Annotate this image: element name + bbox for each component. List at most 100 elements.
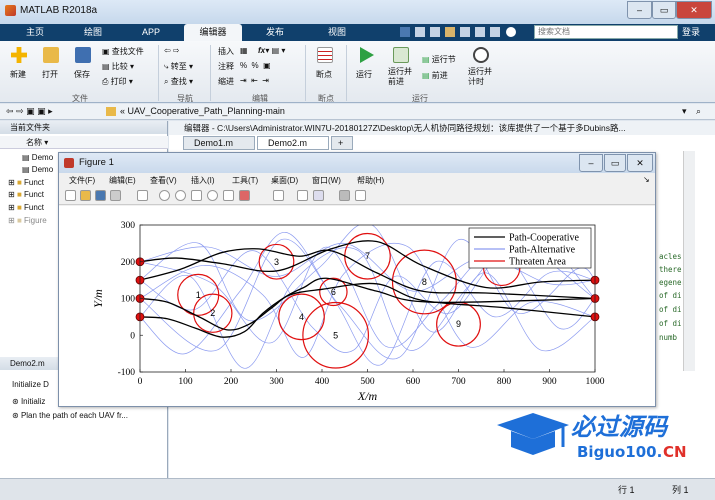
save-figure-icon[interactable] [95,190,106,201]
path-dropdown-icon[interactable]: ▾ [682,106,687,117]
breakpoints-button[interactable]: 断点 [312,47,338,87]
save-icon[interactable] [400,27,410,37]
goto-button[interactable]: ⤷ 转至 ▾ [164,61,193,72]
pointer-icon[interactable] [137,190,148,201]
tab-plots[interactable]: 绘图 [68,24,118,41]
code-line[interactable]: of di [659,319,682,328]
switch-windows-icon[interactable] [490,27,500,37]
figure-close-button[interactable]: ✕ [627,154,653,172]
list-item[interactable]: ▤ Demo [22,153,53,162]
menu-insert[interactable]: 插入(I) [191,175,215,186]
zoom-out-icon[interactable] [175,190,186,201]
find-button[interactable]: ⌕ 查找 ▾ [164,76,193,87]
menu-file[interactable]: 文件(F) [69,175,95,186]
open-button[interactable]: 打开 [38,47,64,87]
help-icon[interactable] [506,27,516,37]
menu-desktop[interactable]: 桌面(D) [271,175,298,186]
browse-folder-icon[interactable]: ⌕ [696,106,701,117]
find-files-button[interactable]: ▣ 查找文件 [102,46,144,57]
comment-tools-icons[interactable]: % % ▣ [240,61,271,70]
menu-tools[interactable]: 工具(T) [232,175,258,186]
tab-view[interactable]: 视图 [308,24,366,41]
new-figure-icon[interactable] [65,190,76,201]
legend-label: Path-Cooperative [509,233,580,244]
expand-icon[interactable]: ⊞ [8,190,15,199]
search-docs-input[interactable]: 搜索文档 [534,25,678,39]
list-item[interactable]: ⊞ ■ Funct [8,178,44,187]
list-item[interactable]: ⊞ ■ Funct [8,203,44,212]
tab-editor[interactable]: 编辑器 [184,24,242,41]
path-planning-chart[interactable]: 1234567890 100 200 300 400 500 600 700 800 900 100… [59,206,655,406]
list-item[interactable]: ▤ Demo [22,165,53,174]
code-line[interactable]: acles [659,252,682,261]
brush-icon[interactable] [239,190,250,201]
run-time-button[interactable]: 运行并 计时 [466,47,496,93]
figure-window[interactable]: Figure 1 – ▭ ✕ 文件(F) 编辑(E) 查看(V) 插入(I) 工… [58,152,656,407]
list-item[interactable]: ⊞ ■ Figure [8,216,47,225]
edit-tools-icons[interactable]: ▦ ▾ ▤ ▾ [240,46,285,55]
colorbar-icon[interactable] [297,190,308,201]
compare-button[interactable]: ▤ 比较 ▾ [102,61,134,72]
list-item[interactable]: ⊛ Initializ [12,397,45,406]
tab-demo1[interactable]: Demo1.m [183,136,255,150]
code-line[interactable]: numb [659,333,677,342]
data-cursor-icon[interactable] [223,190,234,201]
login-link[interactable]: 登录 [682,25,700,38]
maximize-button[interactable]: ▭ [652,1,676,19]
name-column-header[interactable]: 名称 ▾ [0,136,168,149]
indent-button[interactable]: 缩进 [218,76,234,87]
list-item[interactable]: Initialize D [12,380,49,389]
run-section-button[interactable]: ▤ 运行节 [422,54,456,65]
undo-icon[interactable] [460,27,470,37]
minimize-button[interactable]: – [627,1,652,19]
menu-help[interactable]: 帮助(H) [357,175,384,186]
expand-icon[interactable]: ⊞ [8,216,15,225]
copy-icon[interactable] [430,27,440,37]
nav-arrows[interactable]: ⇦ ⇨ ▣ ▣ ▸ [6,106,53,117]
print-button[interactable]: ⎙ 打印 ▾ [102,76,133,87]
dock-arrow-icon[interactable]: ↘ [643,175,650,184]
tab-home[interactable]: 主页 [10,24,60,41]
tab-apps[interactable]: APP [126,24,176,41]
paste-icon[interactable] [445,27,455,37]
menu-edit[interactable]: 编辑(E) [109,175,136,186]
link-plot-icon[interactable] [273,190,284,201]
show-tools-icon[interactable] [355,190,366,201]
plot-area[interactable]: 1 2 3 4 5 6 7 8 9 0 100 200 300 400 500 600 700 800 900 100… [59,206,655,406]
back-forward-buttons[interactable]: ⇦ ⇨ [164,46,180,55]
list-item[interactable]: ⊛ Plan the path of each UAV fr... [12,411,128,420]
indent-tools-icons[interactable]: ⇥ ⇤ ⇥ [240,76,269,85]
insert-button[interactable]: 插入 [218,46,234,57]
vertical-scrollbar[interactable] [683,151,695,371]
zoom-in-icon[interactable] [159,190,170,201]
code-line[interactable]: there [659,265,682,274]
new-button[interactable]: 新建 [6,47,32,87]
current-path[interactable]: « UAV_Cooperative_Path_Planning-main [120,106,285,116]
run-button[interactable]: 运行 [354,47,380,87]
cut-icon[interactable] [415,27,425,37]
code-line[interactable]: of di [659,291,682,300]
figure-minimize-button[interactable]: – [579,154,603,172]
menu-window[interactable]: 窗口(W) [312,175,341,186]
advance-button[interactable]: ▤ 前进 [422,70,448,81]
figure-maximize-button[interactable]: ▭ [604,154,626,172]
menu-view[interactable]: 查看(V) [150,175,177,186]
legend-icon[interactable] [313,190,324,201]
expand-icon[interactable]: ⊞ [8,203,15,212]
rotate-icon[interactable] [207,190,218,201]
run-advance-button[interactable]: 运行并 前进 [386,47,416,93]
code-line[interactable]: of di [659,305,682,314]
comment-button[interactable]: 注释 [218,61,234,72]
save-button[interactable]: 保存 [70,47,96,87]
hide-tools-icon[interactable] [339,190,350,201]
close-button[interactable]: ✕ [676,1,712,19]
list-item[interactable]: ⊞ ■ Funct [8,190,44,199]
tab-demo2[interactable]: Demo2.m [257,136,329,150]
open-file-icon[interactable] [80,190,91,201]
expand-icon[interactable]: ⊞ [8,178,15,187]
pan-icon[interactable] [191,190,202,201]
print-figure-icon[interactable] [110,190,121,201]
tab-publish[interactable]: 发布 [250,24,300,41]
redo-icon[interactable] [475,27,485,37]
new-tab-button[interactable]: + [331,136,353,150]
